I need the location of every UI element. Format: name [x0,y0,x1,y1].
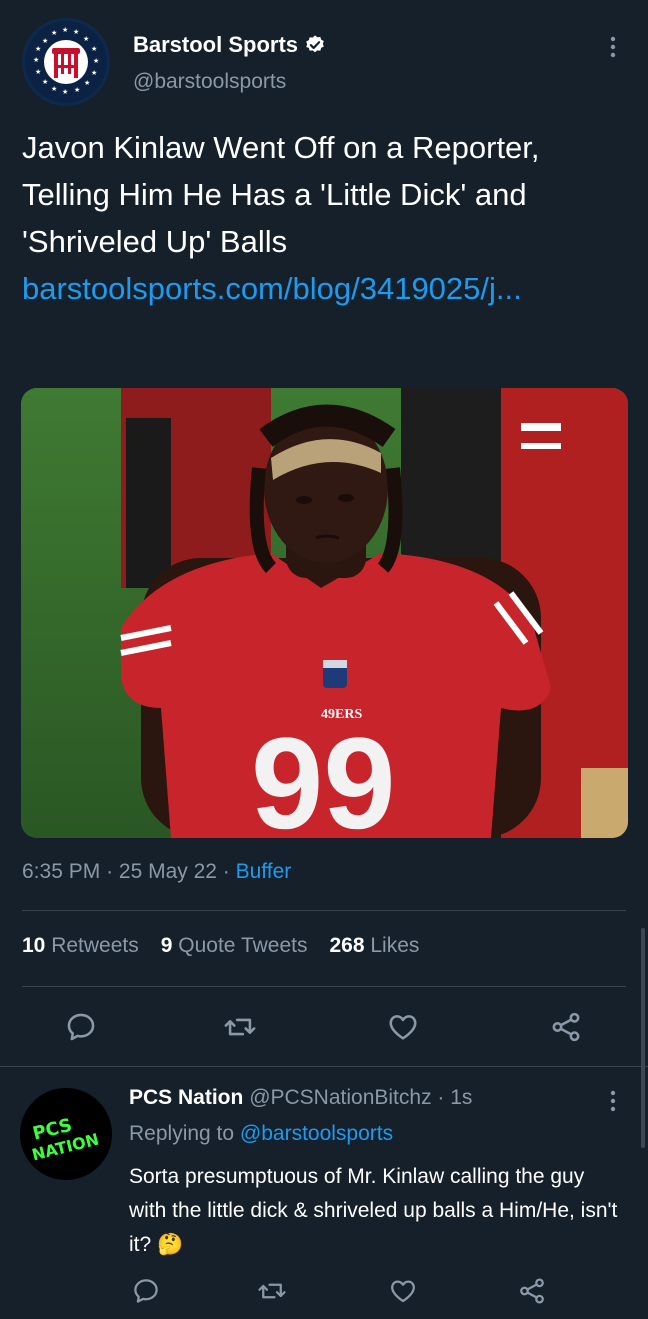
tweet-date[interactable]: 25 May 22 [119,860,217,883]
tweet-media-image[interactable]: 49ERS 99 [21,388,628,838]
likes-stat[interactable]: 268 Likes [329,934,419,958]
meta-sep: · [106,860,119,883]
jersey-number: 99 [251,710,396,838]
svg-text:★: ★ [42,78,48,86]
retweet-icon[interactable] [223,1010,257,1044]
reply-avatar[interactable]: PCS NATION [20,1088,112,1180]
svg-text:★: ★ [91,45,97,53]
tweet-stats: 10 Retweets 9 Quote Tweets 268 Likes [22,934,419,958]
svg-text:★: ★ [62,88,68,96]
svg-text:★: ★ [35,45,41,53]
replying-handle[interactable]: @barstoolsports [240,1122,393,1145]
retweets-stat[interactable]: 10 Retweets [22,934,139,958]
svg-text:★: ★ [73,28,79,36]
svg-text:★: ★ [51,85,57,93]
svg-text:★: ★ [42,37,48,45]
svg-text:★: ★ [33,56,39,64]
tweet-time[interactable]: 6:35 PM [22,860,100,883]
tweet-meta: 6:35 PM · 25 May 22 · Buffer [22,860,291,884]
reply-icon[interactable] [64,1010,98,1044]
tweet-link[interactable]: barstoolsports.com/blog/3419025/j... [22,265,632,312]
verified-icon [306,35,324,53]
svg-text:★: ★ [84,79,90,87]
divider [22,986,626,987]
svg-text:★: ★ [93,57,99,65]
more-icon[interactable] [602,1088,624,1114]
quotes-stat[interactable]: 9 Quote Tweets [161,934,308,958]
author-avatar[interactable]: ★ ★ ★ ★ ★ ★ ★ ★ ★ ★ ★ ★ ★ ★ ★ ★ [22,18,110,106]
reply-time[interactable]: 1s [450,1086,472,1109]
reply-text: Sorta presumptuous of Mr. Kinlaw calling… [129,1165,618,1256]
reply-header: PCS Nation @PCSNationBitchz · 1s [129,1086,472,1110]
reply-author-name[interactable]: PCS Nation [129,1086,243,1109]
like-icon[interactable] [388,1276,418,1306]
author-name[interactable]: Barstool Sports [133,32,298,58]
svg-text:★: ★ [62,26,68,34]
replying-to: Replying to @barstoolsports [129,1122,394,1145]
more-icon[interactable] [602,34,624,60]
meta-sep: · [222,860,236,883]
like-icon[interactable] [386,1010,420,1044]
share-icon[interactable] [549,1010,583,1044]
scrollbar[interactable] [641,928,645,1148]
tweet-source[interactable]: Buffer [236,860,292,883]
retweet-icon[interactable] [257,1276,287,1306]
divider [22,910,626,911]
share-icon[interactable] [517,1276,547,1306]
svg-text:★: ★ [51,29,57,37]
svg-text:★: ★ [83,35,89,43]
meta-sep: · [437,1086,451,1109]
author-name-row[interactable]: Barstool Sports [133,32,326,58]
reply-author-handle[interactable]: @PCSNationBitchz [249,1086,431,1109]
divider [0,1066,648,1067]
reply-icon[interactable] [131,1276,161,1306]
author-handle[interactable]: @barstoolsports [133,70,286,94]
svg-text:★: ★ [91,69,97,77]
svg-text:★: ★ [74,86,80,94]
svg-text:★: ★ [35,68,41,76]
tweet-text: Javon Kinlaw Went Off on a Reporter, Tel… [22,130,540,259]
